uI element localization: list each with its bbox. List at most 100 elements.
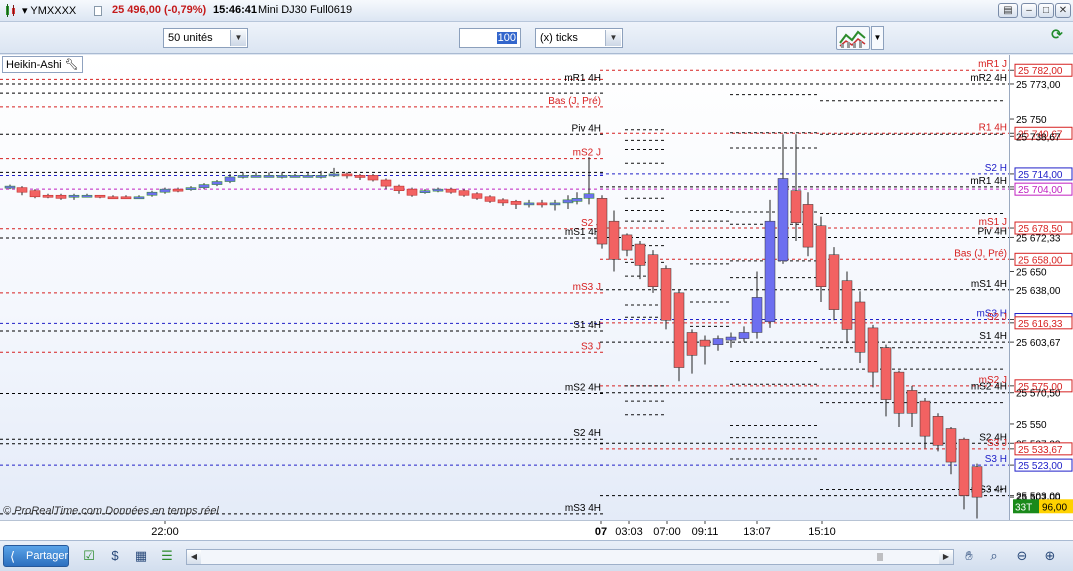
scroll-thumb[interactable] bbox=[877, 552, 883, 562]
pivot-label-right: mS1 4H bbox=[971, 279, 1007, 290]
ticks-type-dropdown[interactable]: (x) ticks ▼ bbox=[535, 28, 623, 48]
time-label: 22:00 bbox=[151, 526, 179, 538]
candle-body bbox=[867, 327, 879, 373]
candle-body bbox=[4, 185, 16, 189]
candle-body bbox=[432, 188, 444, 192]
candle-body bbox=[185, 187, 197, 190]
table-icon[interactable]: ▦ bbox=[132, 547, 150, 565]
chevron-down-icon: ▼ bbox=[230, 30, 246, 46]
candle-body bbox=[146, 191, 158, 196]
pivot-label-right: S2 H bbox=[985, 163, 1007, 174]
pivot-label-right: mR2 4H bbox=[970, 73, 1007, 84]
candle-body bbox=[380, 179, 392, 187]
symbol-label: YMXXXX bbox=[30, 5, 77, 17]
pivot-label-left: Bas (J, Pré) bbox=[548, 96, 601, 107]
candle-body bbox=[172, 188, 184, 192]
indicators-button[interactable] bbox=[836, 26, 870, 50]
candle-body bbox=[854, 301, 866, 353]
candle-body bbox=[634, 243, 646, 266]
candle-body bbox=[583, 193, 595, 199]
pivot-label-left: S1 4H bbox=[573, 320, 601, 331]
price-badge-label: 25 616,33 bbox=[1018, 319, 1063, 330]
pivot-label-right: mS2 4H bbox=[971, 382, 1007, 393]
candle-body bbox=[841, 280, 853, 330]
pivot-label-left: mS3 J bbox=[573, 282, 601, 293]
candle-body bbox=[510, 201, 522, 205]
time-axis[interactable]: 22:00 07 03:03 07:00 09:11 13:07 15:10 bbox=[0, 520, 1073, 540]
candle-body bbox=[828, 254, 840, 310]
wrench-icon[interactable]: 🔧︎ bbox=[65, 58, 79, 71]
candle-body bbox=[94, 194, 106, 198]
candle-body bbox=[198, 184, 210, 188]
candle-body bbox=[686, 332, 698, 356]
candle-body bbox=[211, 181, 223, 185]
chart-window: ▾ YMXXXX 25 496,00 (-0,79%) 15:46:41 Min… bbox=[0, 0, 1073, 571]
price-badge-label: 25 704,00 bbox=[1018, 185, 1063, 196]
zoom-in-icon[interactable]: ⊕ bbox=[1041, 547, 1059, 565]
candle-body bbox=[549, 202, 561, 206]
candle-body bbox=[751, 297, 763, 333]
price-label: 25 773,00 bbox=[1016, 80, 1061, 91]
candle-body bbox=[406, 188, 418, 196]
candle-body bbox=[777, 178, 789, 262]
time-label: 07 bbox=[595, 526, 607, 538]
zoom-fit-icon[interactable]: ⌕ bbox=[985, 547, 1003, 565]
symbol-dropdown[interactable]: ▾ YMXXXX bbox=[22, 4, 76, 17]
window-list-button[interactable]: ▤ bbox=[998, 3, 1018, 18]
scroll-right-arrow[interactable]: ▶ bbox=[939, 550, 953, 564]
candle-body bbox=[802, 204, 814, 248]
ticks-value: 100 bbox=[496, 32, 517, 44]
candle-body bbox=[523, 202, 535, 206]
pivot-label-left: Piv 4H bbox=[572, 123, 601, 134]
price-badge-label: 25 658,00 bbox=[1018, 255, 1063, 266]
price-badge-label: 25 523,00 bbox=[1018, 461, 1063, 472]
candle-body bbox=[893, 371, 905, 414]
price-label: 25 650 bbox=[1016, 267, 1047, 278]
chart-type-label[interactable]: Heikin-Ashi 🔧︎ bbox=[2, 56, 83, 73]
price-axis[interactable]: 25 782,00 25 773,00 25 750 25 740,67 25 738,… bbox=[1009, 55, 1073, 520]
candle-body bbox=[712, 338, 724, 345]
doc-icon[interactable] bbox=[94, 6, 102, 16]
indicators-menu-button[interactable]: ▼ bbox=[871, 26, 884, 50]
hand-icon[interactable]: ✋︎ bbox=[960, 547, 978, 565]
candle-body bbox=[971, 466, 983, 498]
refresh-icon[interactable]: ⟳ bbox=[1047, 26, 1067, 50]
ticks-input[interactable]: 100 bbox=[459, 28, 521, 48]
candle-body bbox=[276, 175, 288, 178]
candle-body bbox=[471, 193, 483, 199]
chevron-down-icon: ▼ bbox=[605, 30, 621, 46]
units-dropdown[interactable]: 50 unités ▼ bbox=[163, 28, 248, 48]
pivot-label-left: mS2 4H bbox=[565, 382, 601, 393]
last-price: 25 496,00 (-0,79%) bbox=[112, 4, 207, 16]
candle-body bbox=[81, 194, 93, 198]
price-chart[interactable]: mR1 4H Bas (J, Pré) Piv 4H mS2 J S2 J mS1 4H m… bbox=[0, 55, 1009, 520]
candle-body bbox=[497, 199, 509, 204]
time-label: 09:11 bbox=[692, 526, 719, 538]
maximize-button[interactable]: □ bbox=[1038, 3, 1054, 18]
price-badge-label: 25 533,67 bbox=[1018, 445, 1063, 456]
candle-body bbox=[562, 199, 574, 204]
candle-body bbox=[250, 175, 262, 178]
candle-body bbox=[673, 292, 685, 368]
price-label: 25 738,67 bbox=[1016, 132, 1061, 143]
share-button[interactable]: ⟨ Partager bbox=[3, 545, 69, 567]
list-icon[interactable]: ☰ bbox=[158, 547, 176, 565]
candle-body bbox=[419, 190, 431, 193]
checklist-icon[interactable]: ☑ bbox=[80, 547, 98, 565]
minimize-button[interactable]: – bbox=[1021, 3, 1037, 18]
candle-body bbox=[68, 194, 80, 198]
candle-body bbox=[354, 175, 366, 178]
time-scrollbar[interactable]: ◀ ▶ bbox=[186, 549, 954, 565]
zoom-out-icon[interactable]: ⊖ bbox=[1013, 547, 1031, 565]
scroll-left-arrow[interactable]: ◀ bbox=[187, 550, 201, 564]
pivot-label-right: Piv 4H bbox=[978, 226, 1007, 237]
chart-canvas[interactable]: mR1 4H Bas (J, Pré) Piv 4H mS2 J S2 J mS1 4H m… bbox=[0, 55, 1009, 520]
time-label: 13:07 bbox=[743, 526, 771, 538]
close-button[interactable]: ✕ bbox=[1055, 3, 1071, 18]
units-value: 50 unités bbox=[168, 32, 213, 44]
pivot-label-right: R1 4H bbox=[979, 122, 1007, 133]
price-axis-canvas: 25 782,0025 773,0025 75025 740,6725 738,… bbox=[1010, 63, 1073, 514]
pivot-label-left: S2 4H bbox=[573, 428, 601, 439]
pivot-label-left: mR1 4H bbox=[564, 73, 601, 84]
dollar-icon[interactable]: $ bbox=[106, 547, 124, 565]
